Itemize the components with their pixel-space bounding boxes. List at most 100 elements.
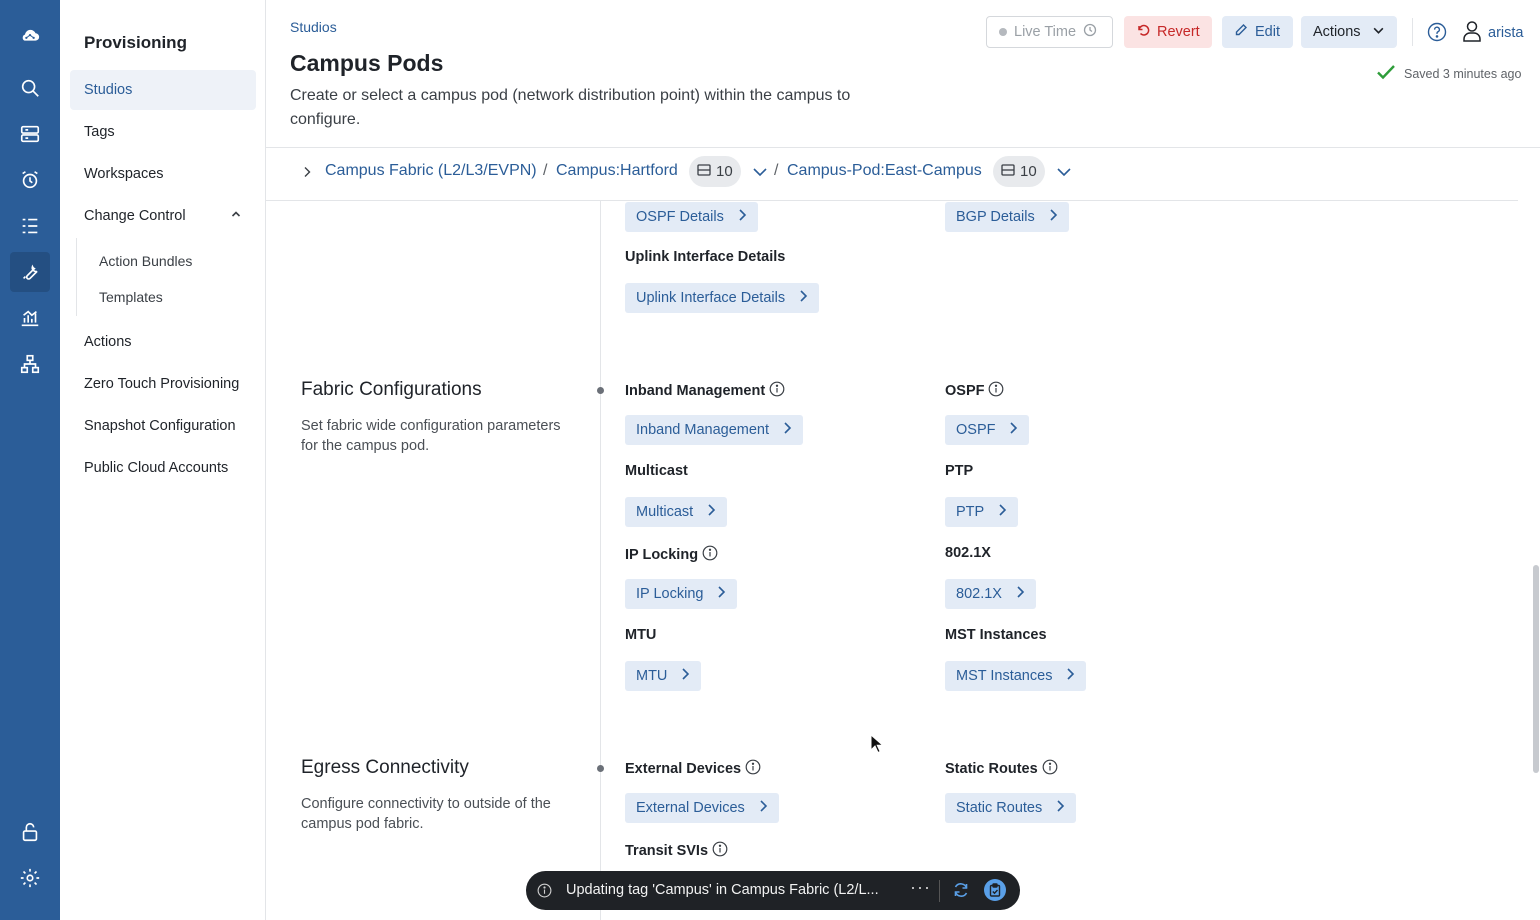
lock-icon[interactable] bbox=[10, 812, 50, 852]
dot1x-label: 802.1X bbox=[945, 545, 991, 561]
chip-label: External Devices bbox=[636, 800, 745, 816]
ospf-label: OSPF bbox=[945, 381, 1004, 401]
inband-management-button[interactable]: Inband Management bbox=[625, 415, 804, 445]
field-label-text: IP Locking bbox=[625, 547, 699, 563]
ptp-label: PTP bbox=[945, 463, 974, 479]
events-alarm-icon[interactable] bbox=[10, 160, 50, 200]
sidenav-item-templates[interactable]: Templates bbox=[99, 289, 163, 305]
ospf-details-button[interactable]: OSPF Details bbox=[625, 202, 758, 232]
breadcrumb-campus-fabric[interactable]: Campus Fabric (L2/L3/EVPN) bbox=[325, 162, 537, 180]
refresh-icon[interactable] bbox=[952, 881, 970, 903]
uplink-details-button[interactable]: Uplink Interface Details bbox=[625, 283, 820, 313]
help-icon[interactable] bbox=[1427, 22, 1447, 47]
breadcrumb-campus[interactable]: Campus:Hartford bbox=[556, 162, 678, 180]
chevron-right-icon bbox=[799, 289, 808, 307]
search-icon[interactable] bbox=[10, 68, 50, 108]
live-time-button[interactable]: Live Time bbox=[986, 16, 1113, 48]
info-icon[interactable] bbox=[1042, 759, 1058, 779]
mst-label: MST Instances bbox=[945, 627, 1047, 643]
scrollbar-thumb[interactable] bbox=[1533, 565, 1539, 773]
chevron-right-icon bbox=[717, 585, 726, 603]
info-icon bbox=[537, 883, 552, 902]
ip-locking-button[interactable]: IP Locking bbox=[625, 579, 738, 609]
chevron-right-icon bbox=[1009, 421, 1018, 439]
topology-icon[interactable] bbox=[10, 344, 50, 384]
field-label-text: OSPF bbox=[945, 383, 985, 399]
settings-gear-icon[interactable] bbox=[10, 858, 50, 898]
multicast-button[interactable]: Multicast bbox=[625, 497, 728, 527]
edit-button[interactable]: Edit bbox=[1222, 16, 1293, 48]
chevron-right-icon bbox=[783, 421, 792, 439]
ptp-button[interactable]: PTP bbox=[945, 497, 1019, 527]
chevron-right-icon bbox=[759, 799, 768, 817]
sidenav-item-label: Change Control bbox=[84, 208, 186, 224]
dashboards-chart-icon[interactable] bbox=[10, 298, 50, 338]
sidenav-item-snapshot[interactable]: Snapshot Configuration bbox=[70, 406, 256, 446]
studio-breadcrumb: Campus Fabric (L2/L3/EVPN) / Campus:Hart… bbox=[266, 148, 1518, 201]
device-icon bbox=[1001, 163, 1015, 180]
studio-content: OSPF Details BGP Details Uplink Interfac… bbox=[282, 201, 1518, 920]
page-description: Create or select a campus pod (network d… bbox=[290, 87, 851, 128]
submenu-guide-line bbox=[76, 238, 77, 316]
chevron-down-icon[interactable] bbox=[752, 165, 768, 184]
external-devices-label: External Devices bbox=[625, 759, 761, 779]
ip-locking-label: IP Locking bbox=[625, 545, 718, 565]
revert-button[interactable]: Revert bbox=[1124, 16, 1212, 48]
external-devices-button[interactable]: External Devices bbox=[625, 793, 779, 823]
user-menu[interactable]: arista bbox=[1462, 20, 1523, 46]
status-dot-icon bbox=[999, 28, 1007, 36]
sidenav-item-action-bundles[interactable]: Action Bundles bbox=[99, 253, 192, 269]
field-label-text: Inband Management bbox=[625, 383, 766, 399]
chip-label: Uplink Interface Details bbox=[636, 290, 786, 306]
live-time-label: Live Time bbox=[1014, 24, 1077, 40]
breadcrumb-studios[interactable]: Studios bbox=[290, 19, 337, 35]
chip-label: MST Instances bbox=[956, 668, 1053, 684]
field-label-text: Static Routes bbox=[945, 761, 1038, 777]
sidenav-item-actions[interactable]: Actions bbox=[70, 322, 256, 362]
campus-count-badge[interactable]: 10 bbox=[689, 156, 741, 187]
tasks-list-icon[interactable] bbox=[10, 206, 50, 246]
chevron-down-icon[interactable] bbox=[1056, 165, 1072, 184]
actions-label: Actions bbox=[1313, 24, 1361, 40]
chip-label: BGP Details bbox=[956, 209, 1035, 225]
cloud-logo-icon[interactable] bbox=[10, 16, 50, 56]
mst-instances-button[interactable]: MST Instances bbox=[945, 661, 1087, 691]
chevron-right-icon[interactable] bbox=[302, 165, 312, 183]
chip-label: Multicast bbox=[636, 504, 694, 520]
sidenav-item-ztp[interactable]: Zero Touch Provisioning bbox=[70, 364, 256, 404]
chevron-right-icon bbox=[681, 667, 690, 685]
section-divider bbox=[600, 201, 601, 920]
info-icon[interactable] bbox=[745, 759, 761, 779]
field-label-text: Transit SVIs bbox=[625, 843, 709, 859]
sidenav-item-change-control[interactable]: Change Control bbox=[70, 196, 256, 236]
chevron-right-icon bbox=[1016, 585, 1025, 603]
chip-label: Inband Management bbox=[636, 422, 770, 438]
actions-dropdown[interactable]: Actions bbox=[1301, 16, 1397, 48]
inventory-icon[interactable] bbox=[10, 114, 50, 154]
bgp-details-button[interactable]: BGP Details bbox=[945, 202, 1069, 232]
info-icon[interactable] bbox=[712, 841, 728, 861]
info-icon[interactable] bbox=[702, 545, 718, 565]
chevron-right-icon bbox=[1056, 799, 1065, 817]
dot1x-button[interactable]: 802.1X bbox=[945, 579, 1036, 609]
mtu-button[interactable]: MTU bbox=[625, 661, 702, 691]
info-icon[interactable] bbox=[988, 381, 1004, 401]
icon-rail bbox=[0, 0, 60, 920]
clipboard-icon[interactable] bbox=[984, 879, 1006, 901]
pod-count-badge[interactable]: 10 bbox=[993, 156, 1045, 187]
static-routes-button[interactable]: Static Routes bbox=[945, 793, 1077, 823]
info-icon[interactable] bbox=[769, 381, 785, 401]
more-icon[interactable]: ··· bbox=[910, 877, 931, 898]
sidenav-item-public-cloud[interactable]: Public Cloud Accounts bbox=[70, 448, 256, 488]
sidenav-item-tags[interactable]: Tags bbox=[70, 112, 256, 152]
ospf-button[interactable]: OSPF bbox=[945, 415, 1030, 445]
field-label-text: External Devices bbox=[625, 761, 742, 777]
provisioning-wrench-icon[interactable] bbox=[10, 252, 50, 292]
pod-count: 10 bbox=[1020, 163, 1037, 180]
sidenav-item-studios[interactable]: Studios bbox=[70, 70, 256, 110]
content-scrollbar[interactable] bbox=[1530, 148, 1540, 920]
chevron-up-icon[interactable] bbox=[230, 196, 242, 236]
toast-separator bbox=[939, 880, 940, 902]
breadcrumb-campus-pod[interactable]: Campus-Pod:East-Campus bbox=[787, 162, 982, 180]
sidenav-item-workspaces[interactable]: Workspaces bbox=[70, 154, 256, 194]
